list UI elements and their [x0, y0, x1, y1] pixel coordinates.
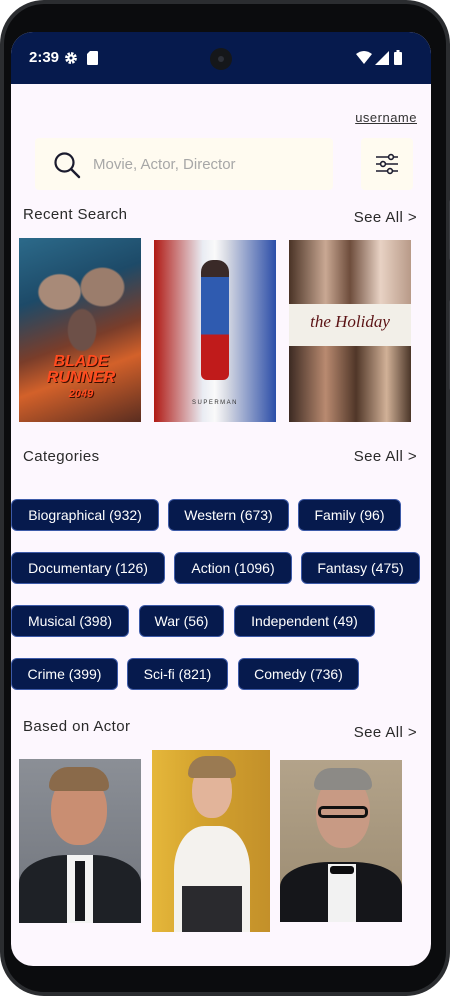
app-screen: 2:39 username Movie, Actor, Director Rec…: [11, 32, 431, 966]
actor-tie: [75, 861, 85, 921]
category-chip[interactable]: Musical (398): [11, 605, 129, 637]
based-on-actor-see-all[interactable]: See All >: [354, 724, 417, 741]
filter-button[interactable]: [361, 138, 413, 190]
poster-title-line-2: RUNNER: [46, 369, 116, 386]
blade-runner-2049-poster[interactable]: BLADE RUNNER 2049: [19, 238, 141, 422]
category-chip[interactable]: Comedy (736): [238, 658, 359, 690]
poster-title: BLADE RUNNER 2049: [41, 354, 121, 402]
search-input[interactable]: [93, 138, 325, 190]
actor-glasses: [318, 806, 368, 818]
poster-artwork-top: [289, 240, 411, 304]
category-chip[interactable]: Crime (399): [11, 658, 118, 690]
based-on-actor-title: Based on Actor: [23, 718, 131, 735]
poster-title-line-3: 2049: [68, 388, 94, 400]
actor-photo-3[interactable]: [280, 760, 402, 922]
poster-title: SUPERMAN: [191, 400, 238, 406]
poster-title-block: the Holiday: [289, 306, 411, 346]
wifi-icon: [356, 51, 372, 64]
category-chip[interactable]: Action (1096): [174, 552, 292, 584]
category-chip[interactable]: Sci-fi (821): [127, 658, 228, 690]
actor-dress-bottom: [182, 886, 242, 932]
recent-search-see-all[interactable]: See All >: [354, 209, 417, 226]
actor-bowtie: [330, 866, 354, 874]
phone-frame: 2:39 username Movie, Actor, Director Rec…: [0, 0, 450, 996]
battery-icon: [394, 50, 402, 65]
sd-card-icon: [87, 51, 98, 65]
poster-title: the Holiday: [310, 312, 390, 331]
poster-artwork: [29, 252, 131, 352]
actor-hair: [49, 767, 109, 791]
superman-poster[interactable]: SUPERMAN: [154, 240, 276, 422]
poster-title-line-1: BLADE: [53, 353, 109, 370]
signal-icon: [375, 51, 389, 65]
front-camera: [210, 48, 232, 70]
status-bar: 2:39: [11, 32, 431, 84]
category-chip[interactable]: Biographical (932): [11, 499, 159, 531]
gear-icon: [65, 52, 77, 64]
poster-artwork: [201, 260, 229, 380]
category-chip[interactable]: War (56): [139, 605, 224, 637]
poster-artwork-bottom: [289, 346, 411, 422]
filter-sliders-icon: [376, 153, 398, 175]
category-chip[interactable]: Fantasy (475): [301, 552, 420, 584]
the-holiday-poster[interactable]: the Holiday: [289, 240, 411, 422]
search-bar[interactable]: [35, 138, 333, 190]
status-time: 2:39: [29, 49, 60, 66]
username-link[interactable]: username: [355, 110, 417, 125]
actor-hair: [314, 768, 372, 790]
category-chip[interactable]: Family (96): [298, 499, 401, 531]
category-chip[interactable]: Western (673): [168, 499, 289, 531]
search-icon[interactable]: [53, 151, 81, 179]
category-chip[interactable]: Documentary (126): [11, 552, 165, 584]
category-chip[interactable]: Independent (49): [234, 605, 375, 637]
categories-title: Categories: [23, 448, 100, 465]
actor-photo-2[interactable]: [152, 750, 270, 932]
recent-search-title: Recent Search: [23, 206, 128, 223]
actor-photo-1[interactable]: [19, 759, 141, 923]
categories-see-all[interactable]: See All >: [354, 448, 417, 465]
actor-hair: [188, 756, 236, 778]
